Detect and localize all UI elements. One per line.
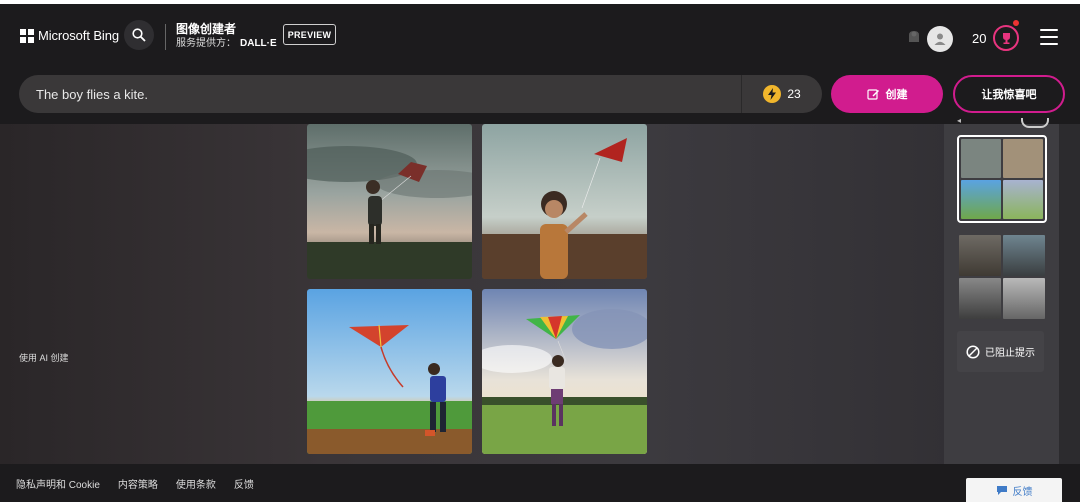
header-divider xyxy=(165,24,166,50)
feedback-button[interactable]: 反馈 xyxy=(966,478,1062,502)
create-icon xyxy=(866,88,879,100)
create-label: 创建 xyxy=(885,89,908,101)
app-title-block: 图像创建者 服务提供方： DALL·E xyxy=(176,22,277,51)
history-thumb xyxy=(961,180,1001,219)
history-group[interactable] xyxy=(957,233,1047,321)
prompt-bar: 23 xyxy=(19,75,822,113)
feedback-label: 反馈 xyxy=(1012,486,1033,498)
history-group-selected[interactable] xyxy=(957,135,1047,223)
result-image-3[interactable] xyxy=(307,289,472,454)
result-image-1[interactable] xyxy=(307,124,472,279)
chat-bubble-icon xyxy=(996,485,1007,495)
history-thumb xyxy=(959,235,1001,276)
footer-link-content-policy[interactable]: 内容策略 xyxy=(118,476,158,491)
avatar[interactable] xyxy=(927,26,953,52)
bing-logo[interactable]: Microsoft Bing xyxy=(20,28,119,43)
history-thumb xyxy=(1003,139,1043,178)
sidebar-toggle[interactable] xyxy=(1021,118,1049,128)
history-thumb xyxy=(959,278,1001,319)
created-with-ai-label: 使用 AI 创建 xyxy=(19,353,69,363)
prompt-input[interactable] xyxy=(19,75,741,113)
blocked-icon xyxy=(966,344,980,359)
history-thumb xyxy=(961,139,1001,178)
surprise-me-button[interactable]: 让我惊喜吧 xyxy=(953,75,1065,113)
provider-line: 服务提供方： DALL·E xyxy=(176,37,277,51)
history-thumb xyxy=(1003,235,1045,276)
boost-count: 23 xyxy=(787,87,801,101)
windows-logo-icon xyxy=(20,28,34,43)
hamburger-menu-icon[interactable] xyxy=(1040,29,1058,45)
trophy-icon xyxy=(1002,32,1010,44)
history-thumb xyxy=(1003,180,1043,219)
blocked-label: 已阻止提示 xyxy=(985,348,1035,359)
search-button[interactable] xyxy=(124,20,154,50)
sidebar-collapse-icon[interactable]: ◂ xyxy=(957,116,967,125)
app-title: 图像创建者 xyxy=(176,22,237,36)
notification-dot xyxy=(1013,20,1019,26)
footer-link-privacy[interactable]: 隐私声明和 Cookie xyxy=(16,476,100,491)
footer: 隐私声明和 Cookie 内容策略 使用条款 反馈 xyxy=(0,464,1080,502)
result-image-4[interactable] xyxy=(482,289,647,454)
footer-link-terms[interactable]: 使用条款 xyxy=(176,476,216,491)
boost-counter[interactable]: 23 xyxy=(742,85,822,103)
result-image-2[interactable] xyxy=(482,124,647,279)
rewards-points[interactable]: 20 xyxy=(972,31,986,46)
footer-link-feedback[interactable]: 反馈 xyxy=(234,476,254,491)
preview-badge: PREVIEW xyxy=(283,24,336,45)
rewards-trophy[interactable] xyxy=(993,25,1019,51)
lightning-bolt-icon xyxy=(763,85,782,103)
page: Microsoft Bing 图像创建者 服务提供方： DALL·E PREVIE… xyxy=(0,0,1080,502)
history-thumb xyxy=(1003,278,1045,319)
create-button[interactable]: 创建 xyxy=(831,75,943,113)
provider-name: DALL·E xyxy=(240,38,277,49)
blocked-prompt-item[interactable]: 已阻止提示 xyxy=(957,331,1044,372)
avatar-icon xyxy=(934,33,946,45)
brand-name: Microsoft Bing xyxy=(38,28,119,43)
provider-label: 服务提供方： xyxy=(176,38,236,49)
sidebar-scrollbar[interactable] xyxy=(1059,124,1080,464)
rewards-icon[interactable] xyxy=(906,28,922,44)
search-icon xyxy=(132,28,146,42)
